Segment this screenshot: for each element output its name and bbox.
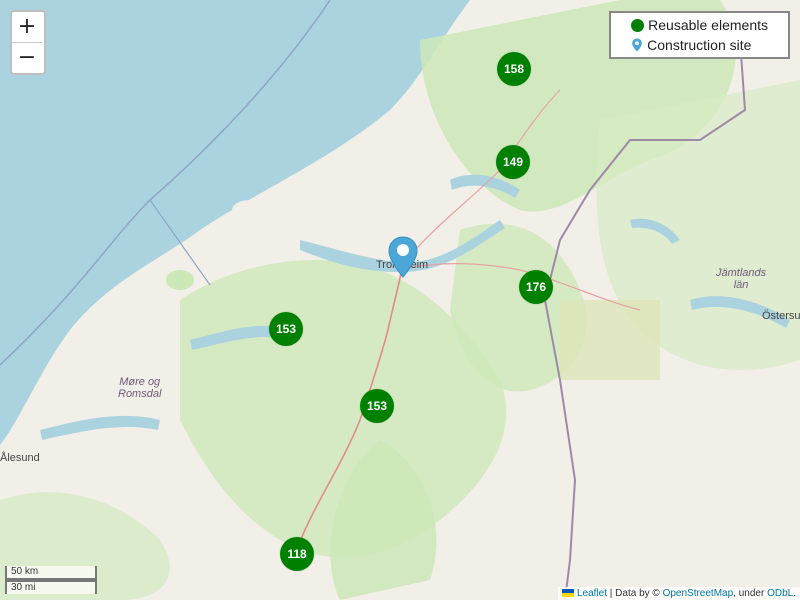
attribution: Leaflet | Data by © OpenStreetMap, under… xyxy=(558,587,800,600)
cluster-count: 118 xyxy=(287,547,307,561)
legend-item-reusable: Reusable elements xyxy=(631,15,768,35)
attribution-text: , under xyxy=(733,588,768,599)
cluster-marker[interactable]: 118 xyxy=(280,537,314,571)
ukraine-flag-icon xyxy=(562,589,575,598)
legend-label: Reusable elements xyxy=(648,17,768,33)
map-pin-icon xyxy=(388,236,418,278)
scale-bar-mi: 30 mi xyxy=(5,580,97,594)
cluster-marker[interactable]: 176 xyxy=(519,270,553,304)
map-pin-icon xyxy=(632,38,642,52)
cluster-count: 176 xyxy=(525,280,547,294)
leaflet-link[interactable]: Leaflet xyxy=(577,588,607,599)
zoom-in-button[interactable]: + xyxy=(12,12,42,42)
attribution-text: | Data by © xyxy=(607,588,663,599)
place-label-alesund: Ålesund xyxy=(0,452,40,464)
legend-item-construction: Construction site xyxy=(631,35,768,55)
map-legend: Reusable elements Construction site xyxy=(609,11,790,59)
cluster-count: 158 xyxy=(503,62,525,76)
region-label-more-og-romsdal: Møre og Romsdal xyxy=(118,376,161,400)
green-dot-icon xyxy=(631,18,645,32)
construction-site-marker[interactable] xyxy=(388,236,418,278)
region-label-line: Jämtlands xyxy=(716,267,767,279)
region-label-line: Møre og xyxy=(119,376,161,388)
cluster-count: 149 xyxy=(502,155,524,169)
cluster-marker[interactable]: 158 xyxy=(497,52,531,86)
scale-bar-km: 50 km xyxy=(5,566,97,580)
zoom-out-button[interactable]: − xyxy=(12,42,42,73)
map-tiles xyxy=(0,0,800,600)
cluster-marker[interactable]: 153 xyxy=(360,389,394,423)
attribution-text: . xyxy=(793,588,796,599)
openstreetmap-link[interactable]: OpenStreetMap xyxy=(663,588,734,599)
scale-control: 50 km 30 mi xyxy=(5,566,97,594)
region-label-jamtlands-lan: Jämtlands län xyxy=(716,267,766,291)
cluster-marker[interactable]: 149 xyxy=(496,145,530,179)
cluster-marker[interactable]: 153 xyxy=(269,312,303,346)
region-label-line: Romsdal xyxy=(118,388,162,400)
region-label-line: län xyxy=(733,279,749,291)
place-label-ostersund: Östersund xyxy=(762,310,800,322)
odbl-link[interactable]: ODbL xyxy=(767,588,793,599)
legend-label: Construction site xyxy=(647,37,752,53)
cluster-count: 153 xyxy=(366,399,388,413)
zoom-control: + − xyxy=(10,10,46,75)
map-canvas[interactable]: Trondheim Ålesund Östersund Møre og Roms… xyxy=(0,0,800,600)
cluster-count: 153 xyxy=(275,322,297,336)
